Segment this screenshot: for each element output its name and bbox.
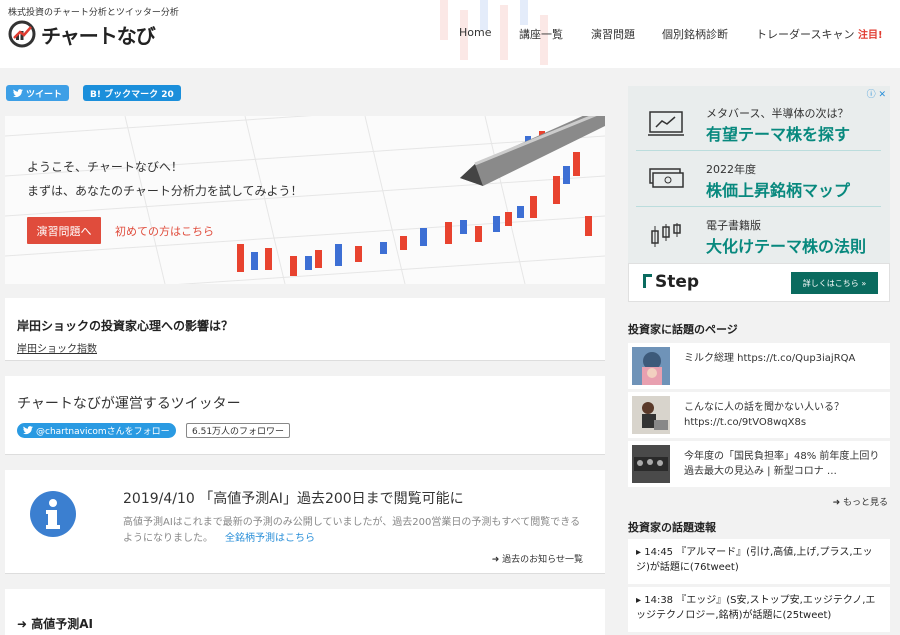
breaking-item[interactable]: ▸ 14:38 『エッジ』(S安,ストップ安,エッジテクノ,エッジテクノロジー,…	[628, 587, 890, 632]
bullet-icon: ▸	[636, 595, 642, 606]
topics-more-link[interactable]: ➜ もっと見る	[833, 495, 888, 508]
hero-banner: ようこそ、チャートなびへ！ まずは、あなたのチャート分析力を試してみよう！ 演習…	[5, 116, 605, 284]
nav-trader-scan-label: トレーダースキャン	[756, 28, 855, 41]
chevron-circle-icon: ➜	[491, 555, 500, 565]
breaking-item[interactable]: ▸ 14:45 『アルマード』(引け,高値,上げ,プラス,エッジ)が話題に(76…	[628, 539, 890, 584]
notice-card: 2019/4/10 「高値予測AI」過去200日まで閲覧可能に 高値予測AIはこ…	[5, 470, 605, 574]
nav-courses[interactable]: 講座一覧	[519, 26, 563, 42]
money-stack-icon	[649, 168, 684, 188]
nav-exercises[interactable]: 演習問題	[591, 26, 635, 42]
topic-thumbnail	[632, 445, 670, 483]
ai-section-title[interactable]: ➜ 高値予測AI	[17, 615, 93, 632]
topic-item[interactable]: ミルク総理 https://t.co/Qup3iajRQA	[628, 343, 890, 389]
topic-text: 今年度の「国民負担率」48% 前年度上回り過去最大の見込み | 新型コロナ …	[684, 451, 880, 477]
ad-row-1-line1: メタバース、半導体の次は？	[706, 107, 849, 120]
topics-more-label: もっと見る	[842, 498, 888, 508]
ad-footer: Step 詳しくはこちら »	[628, 263, 890, 302]
tweet-label: ツイート	[26, 89, 63, 100]
site-logo[interactable]: チャートなび	[8, 20, 156, 48]
follower-count[interactable]: 6.51万人のフォロワー	[186, 423, 291, 438]
notice-title: 2019/4/10 「高値予測AI」過去200日まで閲覧可能に	[123, 491, 464, 507]
hero-welcome: ようこそ、チャートなびへ！	[27, 160, 183, 174]
nav-stock-diagnosis[interactable]: 個別銘柄診断	[662, 26, 728, 42]
ad-row-book[interactable]: 電子書籍版 大化けテーマ株の法則	[636, 208, 881, 263]
site-name: チャートなび	[41, 23, 156, 48]
topic-text: こんなに人の話を聞かない人いる？ https://t.co/9tVO8wqX8s	[684, 402, 844, 428]
ad-details-button[interactable]: 詳しくはこちら »	[791, 272, 878, 294]
twitter-card: チャートなびが運営するツイッター @chartnavicomさんをフォロー 6.…	[5, 376, 605, 455]
breaking-heading: 投資家の話題速報	[628, 521, 716, 534]
kishida-card: 岸田ショックの投資家心理への影響は？ 岸田ショック指数	[5, 298, 605, 361]
monitor-chart-icon	[648, 111, 684, 136]
chevron-circle-icon: ➜	[832, 498, 841, 508]
ad-row-2-line1: 2022年度	[706, 163, 756, 176]
notice-body: 高値予測AIはこれまで最新の予測のみ公開していましたが、過去200営業日の予測も…	[123, 515, 583, 547]
topic-item[interactable]: 今年度の「国民負担率」48% 前年度上回り過去最大の見込み | 新型コロナ …	[628, 441, 890, 487]
ad-row-2-line2: 株価上昇銘柄マップ	[706, 181, 851, 200]
ai-section: ➜ 高値予測AI	[5, 589, 605, 635]
chevron-circle-icon: ➜	[17, 617, 28, 631]
bullet-icon: ▸	[636, 547, 642, 558]
past-notices-label: 過去のお知らせ一覧	[502, 555, 583, 565]
nav-hot-badge: 注目!	[857, 30, 883, 41]
ad-row-3-line1: 電子書籍版	[706, 219, 761, 232]
notice-body-text: 高値予測AIはこれまで最新の予測のみ公開していましたが、過去200営業日の予測も…	[123, 517, 581, 544]
topic-thumbnail	[632, 396, 670, 434]
follow-button[interactable]: @chartnavicomさんをフォロー	[17, 423, 176, 438]
candlestick-icon	[651, 223, 681, 247]
site-header: 株式投資のチャート分析とツイッター分析 チャートなび Home 講座一覧 演習問…	[0, 0, 900, 68]
follow-label: @chartnavicomさんをフォロー	[36, 427, 170, 437]
topic-text: ミルク総理 https://t.co/Qup3iajRQA	[684, 353, 856, 364]
site-tagline: 株式投資のチャート分析とツイッター分析	[8, 8, 179, 18]
past-notices-link[interactable]: ➜ 過去のお知らせ一覧	[492, 552, 583, 565]
exercises-button[interactable]: 演習問題へ	[27, 217, 101, 244]
first-time-link[interactable]: 初めての方はこちら	[115, 223, 214, 239]
topic-thumbnail	[632, 347, 670, 385]
breaking-text: 14:45 『アルマード』(引け,高値,上げ,プラス,エッジ)が話題に(76tw…	[636, 547, 873, 573]
nav-trader-scan[interactable]: トレーダースキャン 注目!	[756, 26, 883, 42]
nav-home[interactable]: Home	[459, 26, 491, 39]
breaking-text: 14:38 『エッジ』(S安,ストップ安,エッジテクノ,エッジテクノロジー,銘柄…	[636, 595, 876, 621]
tweet-button[interactable]: ツイート	[6, 85, 70, 101]
sidebar-ad: ⓘ ✕ メタバース、半導体の次は？ 有望テーマ株を探す 2022年度 株価上昇銘…	[628, 86, 890, 302]
topics-heading: 投資家に話題のページ	[628, 323, 738, 336]
hero-subtitle: まずは、あなたのチャート分析力を試してみよう！	[27, 184, 303, 198]
ad-row-theme[interactable]: メタバース、半導体の次は？ 有望テーマ株を探す	[636, 96, 881, 151]
hatena-bookmark-button[interactable]: B! ブックマーク 20	[83, 85, 181, 101]
topic-item[interactable]: こんなに人の話を聞かない人いる？ https://t.co/9tVO8wqX8s	[628, 392, 890, 438]
ad-row-map[interactable]: 2022年度 株価上昇銘柄マップ	[636, 152, 881, 207]
pen-icon	[460, 116, 605, 186]
ad-brand-name: Step	[655, 272, 700, 292]
hero-chart-illustration	[5, 116, 605, 284]
twitter-bird-icon	[13, 88, 23, 97]
ad-brand-logo: Step	[643, 272, 699, 292]
all-predictions-link[interactable]: 全銘柄予測はこちら	[225, 533, 315, 544]
ad-row-3-line2: 大化けテーマ株の法則	[706, 237, 867, 256]
twitter-card-title: チャートなびが運営するツイッター	[17, 396, 241, 412]
ai-section-label: 高値予測AI	[31, 617, 94, 631]
logo-chart-icon	[8, 20, 36, 48]
ad-row-1-line2: 有望テーマ株を探す	[706, 125, 851, 144]
header-candles-decoration	[440, 0, 548, 65]
kishida-index-link[interactable]: 岸田ショック指数	[17, 340, 97, 355]
kishida-title: 岸田ショックの投資家心理への影響は？	[17, 319, 234, 333]
info-icon	[30, 491, 76, 537]
twitter-bird-icon	[23, 426, 33, 435]
